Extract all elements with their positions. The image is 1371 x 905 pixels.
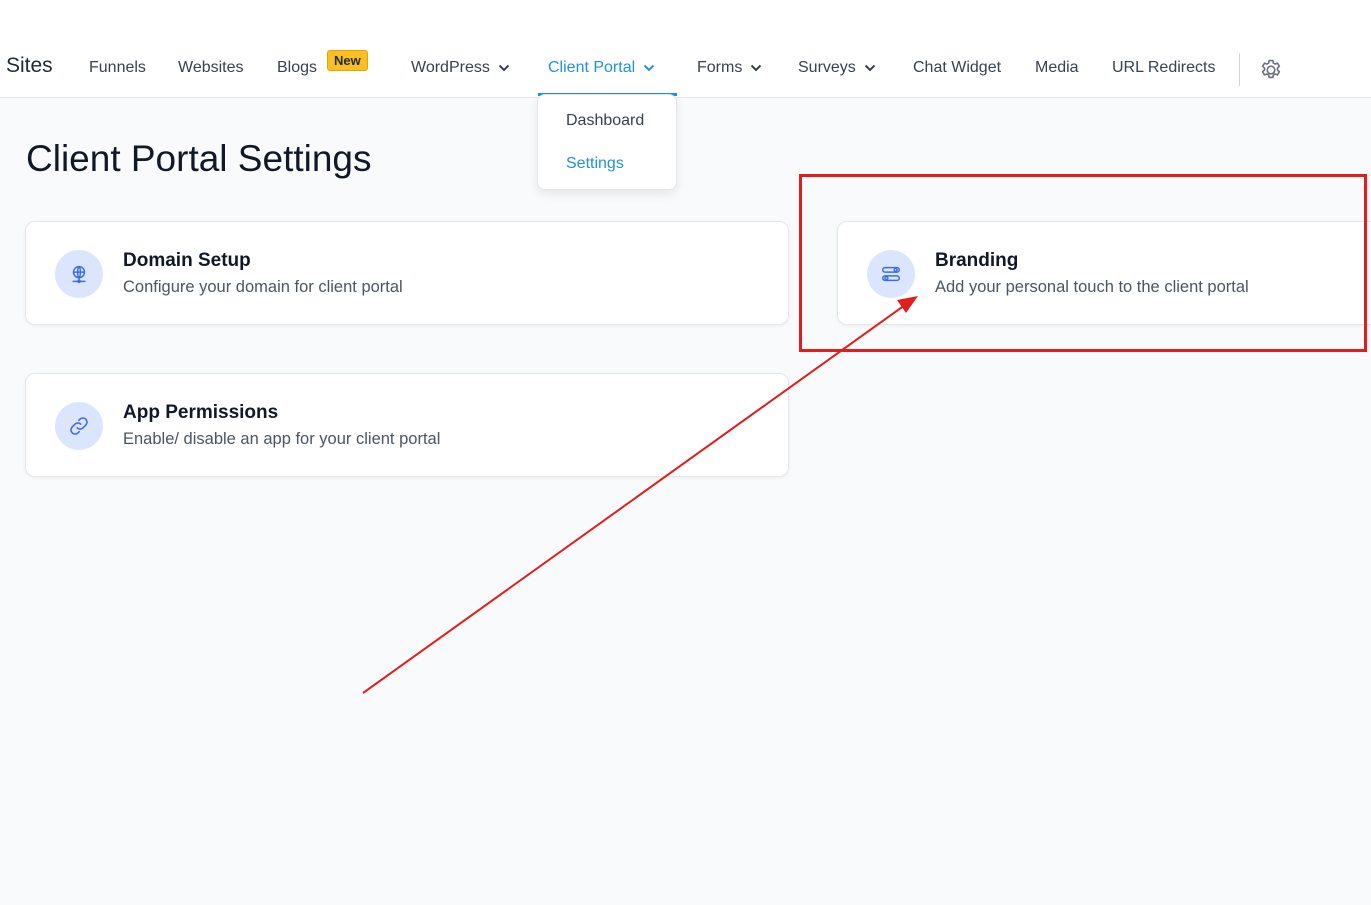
card-branding[interactable]: Branding Add your personal touch to the … <box>837 221 1371 325</box>
card-description: Configure your domain for client portal <box>123 278 403 296</box>
nav-surveys[interactable]: Surveys <box>798 59 876 77</box>
link-icon <box>55 402 103 450</box>
app-title: Sites <box>6 54 53 77</box>
annotation-arrow <box>362 304 906 694</box>
nav-funnels[interactable]: Funnels <box>89 59 146 77</box>
card-description: Enable/ disable an app for your client p… <box>123 430 441 448</box>
nav-blogs[interactable]: Blogs <box>277 59 317 77</box>
chevron-down-icon <box>751 64 762 72</box>
nav-wordpress[interactable]: WordPress <box>411 59 510 77</box>
client-portal-dropdown: Dashboard Settings <box>537 94 677 190</box>
chevron-down-icon <box>864 64 876 72</box>
toggles-icon <box>867 250 915 298</box>
dropdown-item-dashboard[interactable]: Dashboard <box>566 112 644 130</box>
nav-forms[interactable]: Forms <box>697 59 762 77</box>
page-title: Client Portal Settings <box>26 138 372 179</box>
card-description: Add your personal touch to the client po… <box>935 278 1249 296</box>
dropdown-item-settings[interactable]: Settings <box>566 155 624 173</box>
nav-media[interactable]: Media <box>1035 59 1079 77</box>
nav-url-redirects[interactable]: URL Redirects <box>1112 59 1215 77</box>
card-title: Domain Setup <box>123 250 251 271</box>
nav-divider <box>1239 53 1240 86</box>
nav-client-portal[interactable]: Client Portal <box>548 59 655 77</box>
nav-websites[interactable]: Websites <box>178 59 244 77</box>
chevron-down-icon <box>498 64 510 72</box>
card-title: Branding <box>935 250 1019 271</box>
globe-icon <box>55 250 103 298</box>
nav-chat-widget[interactable]: Chat Widget <box>913 59 1001 77</box>
card-title: App Permissions <box>123 402 279 423</box>
card-app-permissions[interactable]: App Permissions Enable/ disable an app f… <box>25 373 789 477</box>
top-nav-bar: Sites Funnels Websites Blogs New WordPre… <box>0 0 1371 98</box>
new-badge: New <box>327 50 368 71</box>
gear-icon[interactable] <box>1258 57 1284 83</box>
chevron-down-icon <box>643 64 655 72</box>
card-domain-setup[interactable]: Domain Setup Configure your domain for c… <box>25 221 789 325</box>
